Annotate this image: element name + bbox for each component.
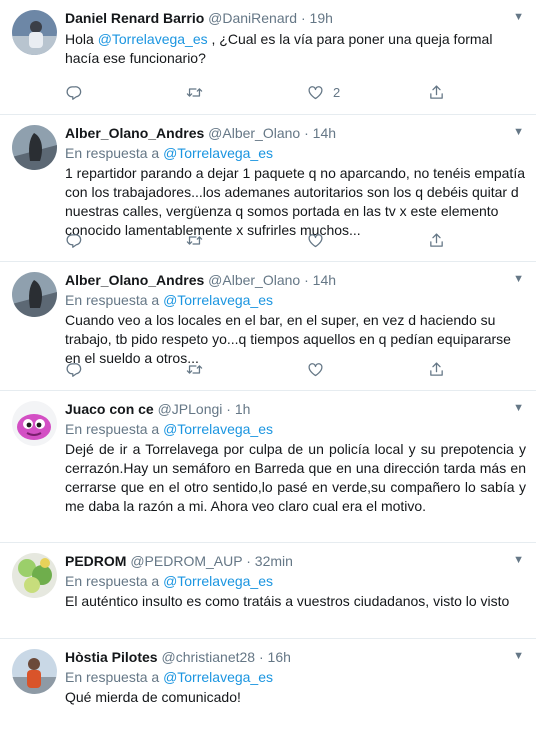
author-name[interactable]: Alber_Olano_Andres (65, 125, 204, 141)
separator-dot: · (258, 649, 264, 665)
timestamp[interactable]: 14h (313, 125, 336, 141)
reply-context: En respuesta a @Torrelavega_es (65, 420, 526, 439)
tweet[interactable]: Juaco con ce @JPLongi · 1h ▼ En respuest… (0, 391, 536, 543)
reply-prefix: En respuesta a (65, 669, 160, 685)
tweet[interactable]: Alber_Olano_Andres @Alber_Olano · 14h ▼ … (0, 115, 536, 262)
tweet[interactable]: PEDROM @PEDROM_AUP · 32min ▼ En respuest… (0, 543, 536, 639)
timestamp[interactable]: 32min (255, 553, 293, 569)
separator-dot: · (304, 272, 309, 288)
timestamp[interactable]: 16h (268, 649, 291, 665)
timestamp[interactable]: 14h (313, 272, 336, 288)
author-handle[interactable]: @christianet28 (161, 649, 255, 665)
reply-to-link[interactable]: @Torrelavega_es (163, 669, 273, 685)
tweet-text-start: Hola (65, 31, 98, 47)
like-icon (307, 232, 324, 249)
caret-down-icon[interactable]: ▼ (513, 126, 524, 138)
caret-down-icon[interactable]: ▼ (513, 402, 524, 414)
reply-to-link[interactable]: @Torrelavega_es (163, 145, 273, 161)
like-icon (307, 361, 324, 378)
reply-prefix: En respuesta a (65, 421, 160, 437)
avatar[interactable] (12, 649, 57, 694)
reply-icon (65, 361, 82, 378)
author-name[interactable]: PEDROM (65, 553, 126, 569)
caret-down-icon[interactable]: ▼ (513, 554, 524, 566)
author-name[interactable]: Alber_Olano_Andres (65, 272, 204, 288)
author-name[interactable]: Hòstia Pilotes (65, 649, 158, 665)
reply-icon (65, 232, 82, 249)
reply-to-link[interactable]: @Torrelavega_es (163, 573, 273, 589)
caret-down-icon[interactable]: ▼ (513, 11, 524, 23)
retweet-icon (186, 84, 203, 101)
like-button[interactable] (307, 361, 324, 378)
like-count: 2 (333, 85, 341, 100)
tweet-text: El auténtico insulto es como tratáis a v… (65, 593, 510, 609)
author-name[interactable]: Daniel Renard Barrio (65, 10, 204, 26)
author-handle[interactable]: @PEDROM_AUP (130, 553, 242, 569)
reply-to-link[interactable]: @Torrelavega_es (163, 421, 273, 437)
retweet-icon (186, 232, 203, 249)
tweet-text: 1 repartidor parando a dejar 1 paquete q… (65, 165, 525, 238)
retweet-button[interactable] (186, 232, 203, 249)
retweet-icon (186, 361, 203, 378)
tweet[interactable]: Alber_Olano_Andres @Alber_Olano · 14h ▼ … (0, 262, 536, 391)
caret-down-icon[interactable]: ▼ (513, 650, 524, 662)
avatar[interactable] (12, 10, 57, 55)
reply-prefix: En respuesta a (65, 145, 160, 161)
share-icon (428, 84, 445, 101)
tweet[interactable]: Daniel Renard Barrio @DaniRenard · 19h ▼… (0, 0, 536, 115)
tweet-text: Cuando veo a los locales en el bar, en e… (65, 312, 511, 366)
share-icon (428, 232, 445, 249)
timestamp[interactable]: 19h (310, 10, 333, 26)
avatar[interactable] (12, 401, 57, 446)
reply-prefix: En respuesta a (65, 573, 160, 589)
tweet[interactable]: Hòstia Pilotes @christianet28 · 16h ▼ En… (0, 639, 536, 741)
retweet-button[interactable] (186, 361, 203, 378)
reply-button[interactable] (65, 232, 82, 249)
retweet-button[interactable] (186, 84, 203, 101)
caret-down-icon[interactable]: ▼ (513, 273, 524, 285)
reply-context: En respuesta a @Torrelavega_es (65, 572, 526, 591)
reply-prefix: En respuesta a (65, 292, 160, 308)
like-button[interactable] (307, 232, 324, 249)
avatar[interactable] (12, 272, 57, 317)
like-button[interactable]: 2 (307, 84, 340, 101)
reply-icon (65, 84, 82, 101)
avatar[interactable] (12, 125, 57, 170)
share-icon (428, 361, 445, 378)
tweet-text: Dejé de ir a Torrelavega por culpa de un… (65, 441, 526, 514)
tweet-text: Qué mierda de comunicado! (65, 689, 241, 705)
reply-context: En respuesta a @Torrelavega_es (65, 291, 526, 310)
author-handle[interactable]: @DaniRenard (208, 10, 297, 26)
share-button[interactable] (428, 361, 445, 378)
separator-dot: · (300, 10, 306, 26)
share-button[interactable] (428, 84, 445, 101)
reply-context: En respuesta a @Torrelavega_es (65, 144, 526, 163)
separator-dot: · (246, 553, 251, 569)
author-handle[interactable]: @Alber_Olano (208, 125, 300, 141)
tweet-text: Hola @Torrelavega_es , ¿Cual es la vía p… (65, 30, 526, 68)
mention-link[interactable]: @Torrelavega_es (98, 31, 208, 47)
author-handle[interactable]: @Alber_Olano (208, 272, 300, 288)
separator-dot: · (226, 401, 231, 417)
author-handle[interactable]: @JPLongi (158, 401, 223, 417)
reply-context: En respuesta a @Torrelavega_es (65, 668, 526, 687)
reply-button[interactable] (65, 84, 82, 101)
share-button[interactable] (428, 232, 445, 249)
author-name[interactable]: Juaco con ce (65, 401, 154, 417)
avatar[interactable] (12, 553, 57, 598)
reply-to-link[interactable]: @Torrelavega_es (163, 292, 273, 308)
reply-button[interactable] (65, 361, 82, 378)
timestamp[interactable]: 1h (235, 401, 251, 417)
like-icon (307, 84, 324, 101)
separator-dot: · (304, 125, 309, 141)
